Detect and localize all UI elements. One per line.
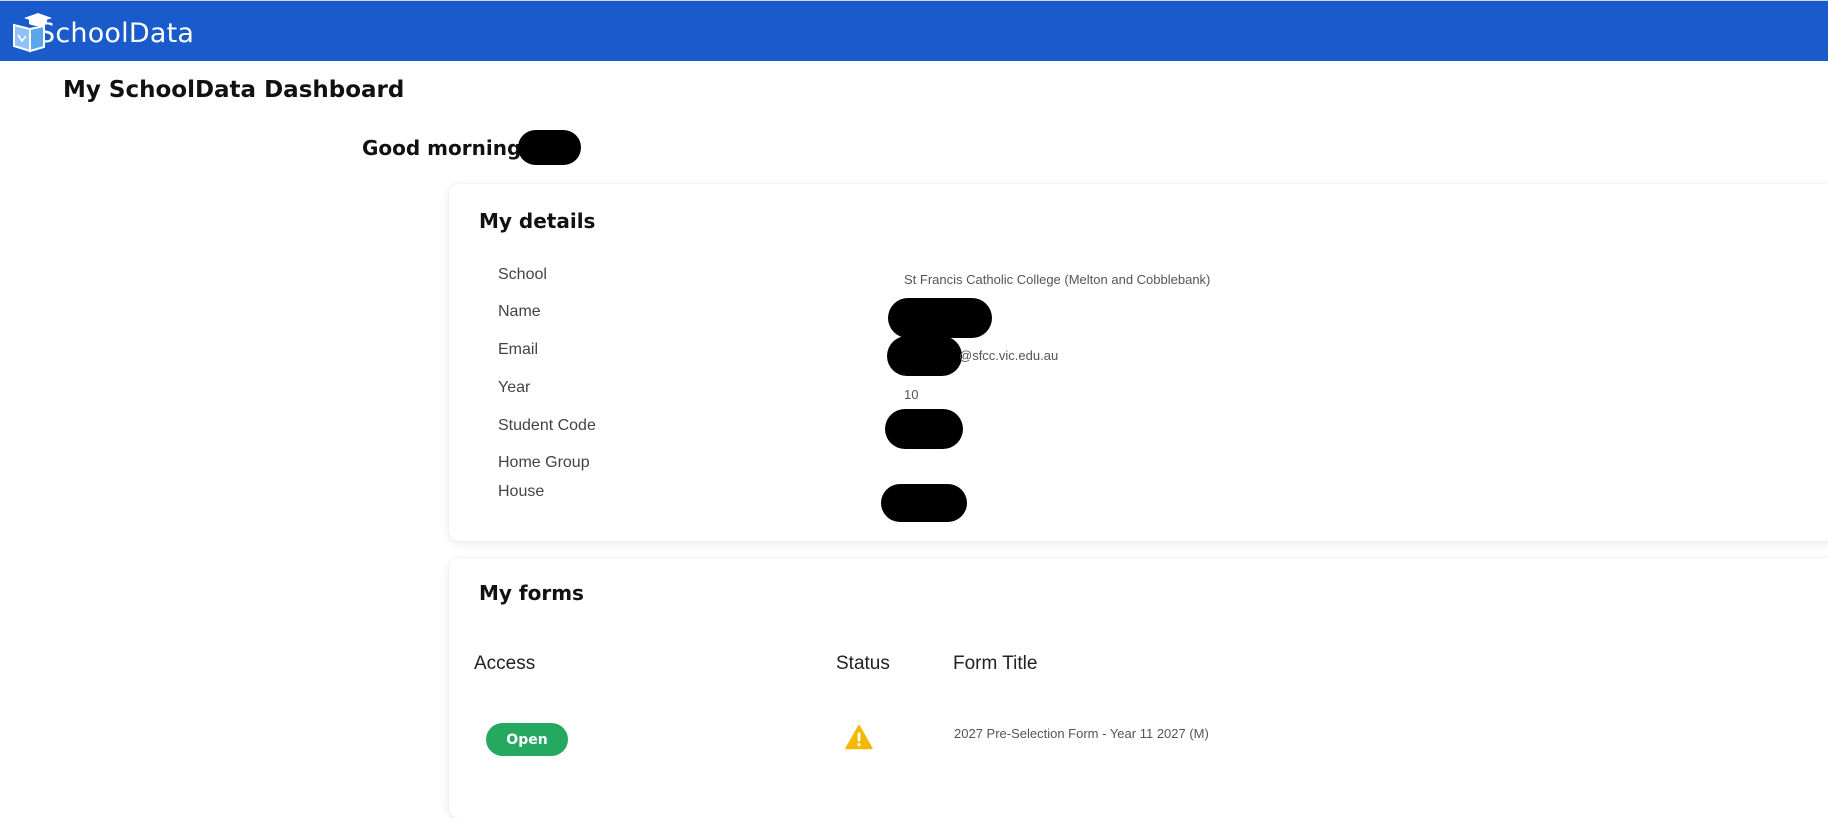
greeting-text: Good morning — [362, 135, 522, 160]
greeting: Good morning — [362, 130, 582, 165]
brand-name: SchoolData — [38, 17, 195, 49]
detail-label-year: Year — [498, 379, 531, 396]
open-form-button[interactable]: Open — [486, 723, 568, 756]
column-header-access: Access — [474, 653, 536, 674]
detail-label-email: Email — [498, 341, 539, 358]
detail-value-email: @sfcc.vic.edu.au — [959, 348, 1059, 363]
brand-home-link[interactable]: SchoolData — [10, 9, 194, 53]
graduation-cap-book-icon — [10, 9, 52, 53]
top-nav-bar: SchoolData — [0, 0, 1828, 61]
my-details-card: My details School St Francis Catholic Co… — [449, 184, 1828, 541]
detail-value-school: St Francis Catholic College (Melton and … — [904, 272, 1211, 287]
redacted-name — [888, 298, 992, 338]
detail-label-student-code: Student Code — [498, 417, 596, 434]
detail-label-house: House — [498, 483, 545, 500]
redacted-house — [881, 484, 967, 522]
detail-label-school: School — [498, 266, 547, 283]
redacted-user-name — [518, 130, 582, 165]
form-title-link[interactable]: 2027 Pre-Selection Form - Year 11 2027 (… — [954, 726, 1209, 741]
my-forms-card: My forms Access Status Form Title Open 2… — [449, 558, 1828, 818]
detail-label-home-group: Home Group — [498, 454, 590, 471]
detail-value-year: 10 — [904, 387, 919, 402]
column-header-status: Status — [836, 653, 890, 674]
redacted-student-code — [885, 409, 963, 449]
page-title: My SchoolData Dashboard — [63, 77, 405, 103]
warning-icon — [845, 724, 873, 750]
my-forms-heading: My forms — [479, 581, 584, 605]
detail-label-name: Name — [498, 303, 541, 320]
column-header-form-title: Form Title — [953, 653, 1038, 674]
my-details-heading: My details — [479, 209, 596, 233]
redacted-email-user — [887, 336, 962, 376]
